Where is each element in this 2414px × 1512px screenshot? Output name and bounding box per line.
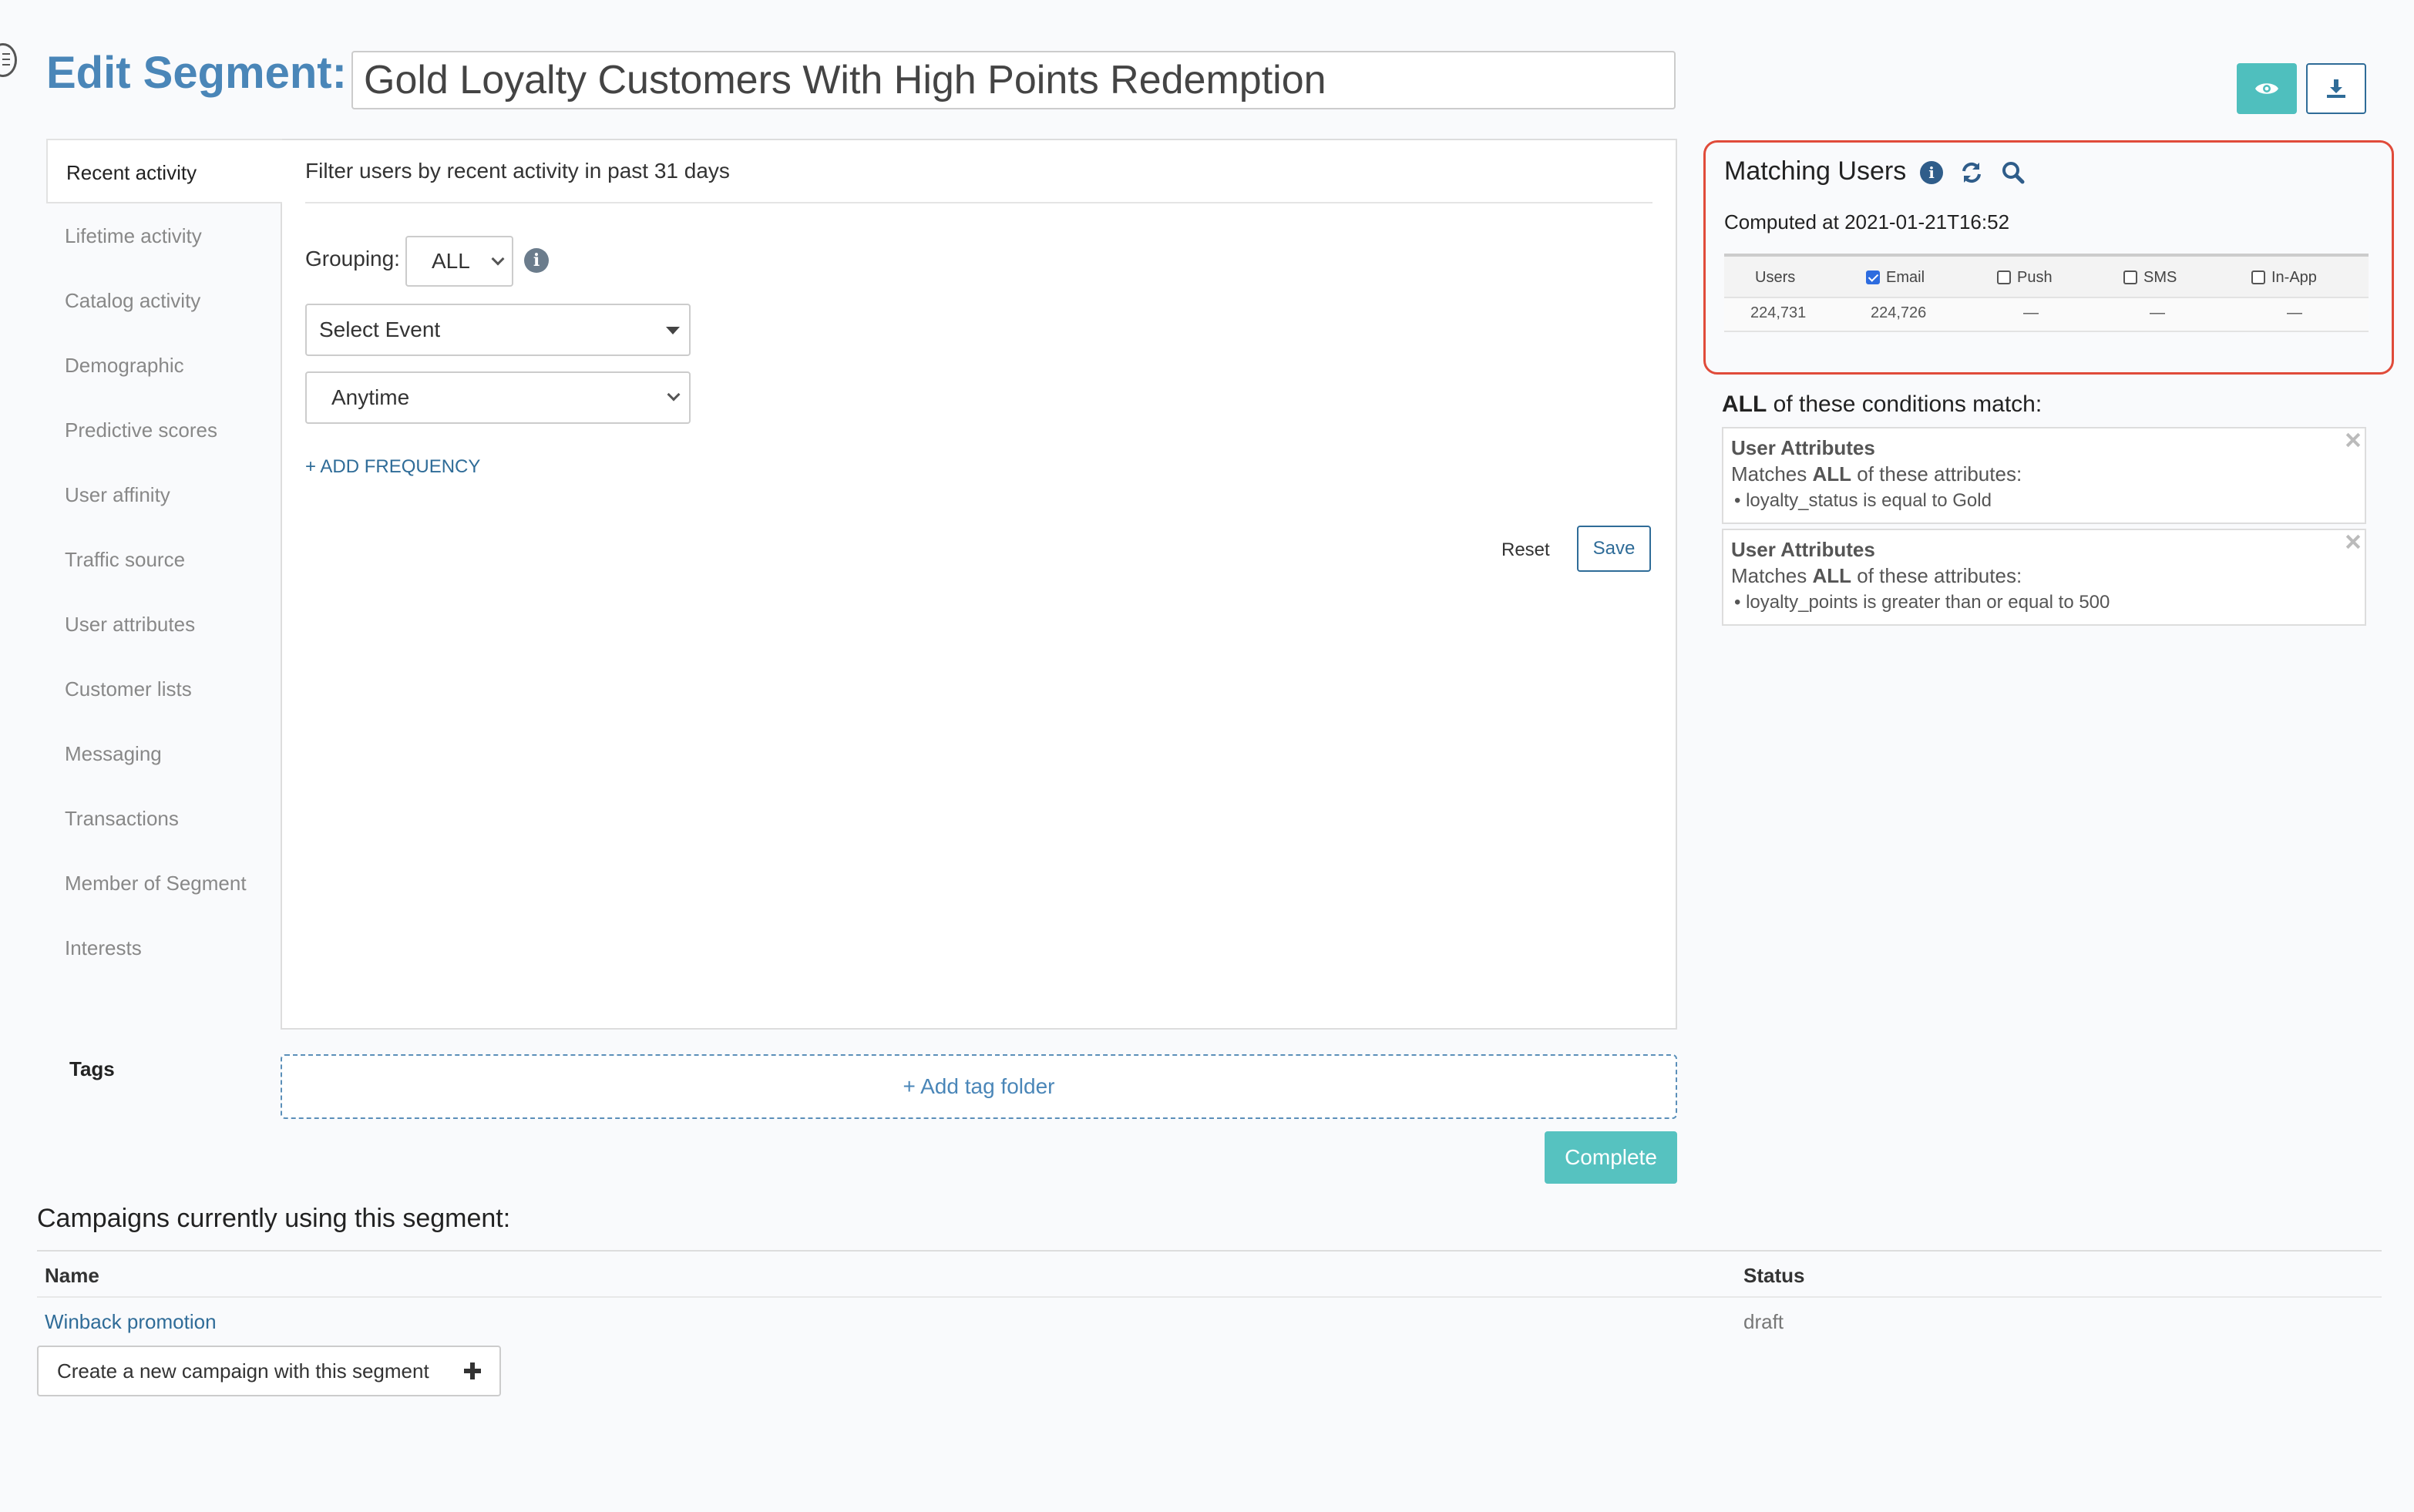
- in-app-count: —: [2287, 304, 2302, 321]
- create-campaign-label: Create a new campaign with this segment: [57, 1359, 429, 1383]
- table-row: Winback promotion draft: [37, 1298, 2382, 1346]
- column-header-sms: SMS: [2143, 269, 2177, 286]
- push-channel-toggle[interactable]: Push: [1997, 269, 2053, 287]
- condition-summary-bold: ALL: [1812, 564, 1852, 587]
- table-header-row: Name Status: [37, 1250, 2382, 1298]
- sidebar-item-user-affinity[interactable]: User affinity: [46, 462, 282, 527]
- condition-summary-prefix: Matches: [1731, 462, 1813, 486]
- email-count: 224,726: [1871, 304, 1927, 321]
- close-icon[interactable]: [2345, 533, 2362, 550]
- users-count: 224,731: [1750, 304, 1807, 321]
- sidebar-item-messaging[interactable]: Messaging: [46, 721, 282, 786]
- sidebar-item-interests[interactable]: Interests: [46, 916, 282, 980]
- condition-title: User Attributes: [1731, 436, 1875, 459]
- tags-label: Tags: [69, 1057, 115, 1080]
- menu-icon[interactable]: [0, 43, 17, 77]
- sidebar-item-catalog-activity[interactable]: Catalog activity: [46, 268, 282, 333]
- reset-button[interactable]: Reset: [1501, 539, 1550, 561]
- divider: [305, 202, 1652, 203]
- conditions-heading-bold: ALL: [1722, 391, 1767, 417]
- filter-heading: Filter users by recent activity in past …: [305, 159, 730, 183]
- sidebar-item-recent-activity[interactable]: Recent activity: [46, 139, 282, 203]
- segment-name-input[interactable]: [351, 51, 1676, 109]
- plus-icon: [464, 1362, 481, 1379]
- email-channel-toggle[interactable]: Email: [1866, 269, 1925, 287]
- download-icon: [2327, 79, 2345, 98]
- info-icon[interactable]: i: [524, 248, 549, 273]
- table-header-row: Users Email Push SMS In-App: [1724, 257, 2369, 298]
- sidebar-item-predictive-scores[interactable]: Predictive scores: [46, 398, 282, 462]
- conditions-heading: ALL of these conditions match:: [1722, 391, 2042, 418]
- campaign-status: draft: [1743, 1310, 1784, 1333]
- column-header-name: Name: [45, 1264, 99, 1287]
- sidebar-item-user-attributes[interactable]: User attributes: [46, 592, 282, 657]
- condition-item: • loyalty_status is equal to Gold: [1734, 490, 1992, 511]
- grouping-label: Grouping:: [305, 247, 400, 270]
- sidebar-item-demographic[interactable]: Demographic: [46, 333, 282, 398]
- chevron-down-icon: [491, 252, 505, 266]
- condition-summary: Matches ALL of these attributes:: [1731, 564, 2022, 588]
- condition-item: • loyalty_points is greater than or equa…: [1734, 592, 2110, 613]
- campaigns-table: Name Status Winback promotion draft: [37, 1250, 2382, 1346]
- chevron-down-icon: [667, 388, 681, 402]
- column-header-email: Email: [1886, 269, 1925, 286]
- complete-button[interactable]: Complete: [1545, 1131, 1677, 1184]
- in-app-channel-toggle[interactable]: In-App: [2251, 269, 2317, 287]
- channel-counts-table: Users Email Push SMS In-App 224,731 224,…: [1724, 254, 2369, 332]
- condition-summary-suffix: of these attributes:: [1851, 462, 2022, 486]
- column-header-in-app: In-App: [2271, 269, 2317, 286]
- grouping-value: ALL: [432, 249, 470, 273]
- campaigns-heading: Campaigns currently using this segment:: [37, 1204, 511, 1233]
- push-count: —: [2023, 304, 2039, 321]
- condition-summary: Matches ALL of these attributes:: [1731, 462, 2022, 486]
- preview-button[interactable]: [2237, 63, 2297, 114]
- filter-panel: Filter users by recent activity in past …: [281, 139, 1677, 1030]
- matching-users-panel: Matching Users i Computed at 2021-01-21T…: [1703, 140, 2394, 375]
- condition-summary-bold: ALL: [1812, 462, 1852, 486]
- create-campaign-button[interactable]: Create a new campaign with this segment: [37, 1346, 501, 1396]
- sidebar-item-traffic-source[interactable]: Traffic source: [46, 527, 282, 592]
- event-select[interactable]: Select Event: [305, 304, 691, 356]
- download-button[interactable]: [2306, 63, 2366, 114]
- sidebar-item-customer-lists[interactable]: Customer lists: [46, 657, 282, 721]
- close-icon[interactable]: [2345, 432, 2362, 449]
- search-icon[interactable]: [2000, 160, 2026, 186]
- computed-timestamp: Computed at 2021-01-21T16:52: [1724, 210, 2010, 234]
- event-select-value: Select Event: [319, 318, 441, 341]
- sms-count: —: [2150, 304, 2165, 321]
- conditions-heading-text: of these conditions match:: [1767, 391, 2042, 417]
- condition-card: User Attributes Matches ALL of these att…: [1722, 529, 2366, 626]
- matching-users-title: Matching Users: [1724, 156, 1907, 186]
- column-header-users: Users: [1755, 269, 1796, 286]
- eye-icon: [2255, 83, 2278, 94]
- condition-summary-prefix: Matches: [1731, 564, 1813, 587]
- sms-channel-toggle[interactable]: SMS: [2123, 269, 2177, 287]
- condition-card: User Attributes Matches ALL of these att…: [1722, 427, 2366, 524]
- save-button[interactable]: Save: [1577, 526, 1651, 572]
- in-app-checkbox[interactable]: [2251, 270, 2265, 284]
- column-header-push: Push: [2017, 269, 2053, 286]
- grouping-select[interactable]: ALL: [405, 236, 513, 287]
- condition-summary-suffix: of these attributes:: [1851, 564, 2022, 587]
- push-checkbox[interactable]: [1997, 270, 2011, 284]
- info-icon[interactable]: i: [1920, 161, 1943, 184]
- sidebar-item-transactions[interactable]: Transactions: [46, 786, 282, 851]
- sidebar-item-lifetime-activity[interactable]: Lifetime activity: [46, 203, 282, 268]
- caret-down-icon: [666, 327, 680, 334]
- page-title: Edit Segment:: [46, 48, 347, 98]
- table-row: 224,731 224,726 — — —: [1724, 298, 2369, 332]
- time-range-select[interactable]: Anytime: [305, 371, 691, 424]
- filter-category-sidebar: Recent activity Lifetime activity Catalo…: [46, 139, 282, 980]
- sidebar-item-member-of-segment[interactable]: Member of Segment: [46, 851, 282, 916]
- campaign-link[interactable]: Winback promotion: [45, 1310, 217, 1334]
- add-frequency-link[interactable]: + ADD FREQUENCY: [305, 456, 480, 478]
- sms-checkbox[interactable]: [2123, 270, 2137, 284]
- time-range-value: Anytime: [331, 385, 410, 409]
- condition-title: User Attributes: [1731, 538, 1875, 561]
- email-checkbox[interactable]: [1866, 270, 1880, 284]
- add-tag-folder-button[interactable]: + Add tag folder: [281, 1054, 1677, 1119]
- column-header-status: Status: [1743, 1264, 1805, 1287]
- refresh-icon[interactable]: [1958, 160, 1985, 186]
